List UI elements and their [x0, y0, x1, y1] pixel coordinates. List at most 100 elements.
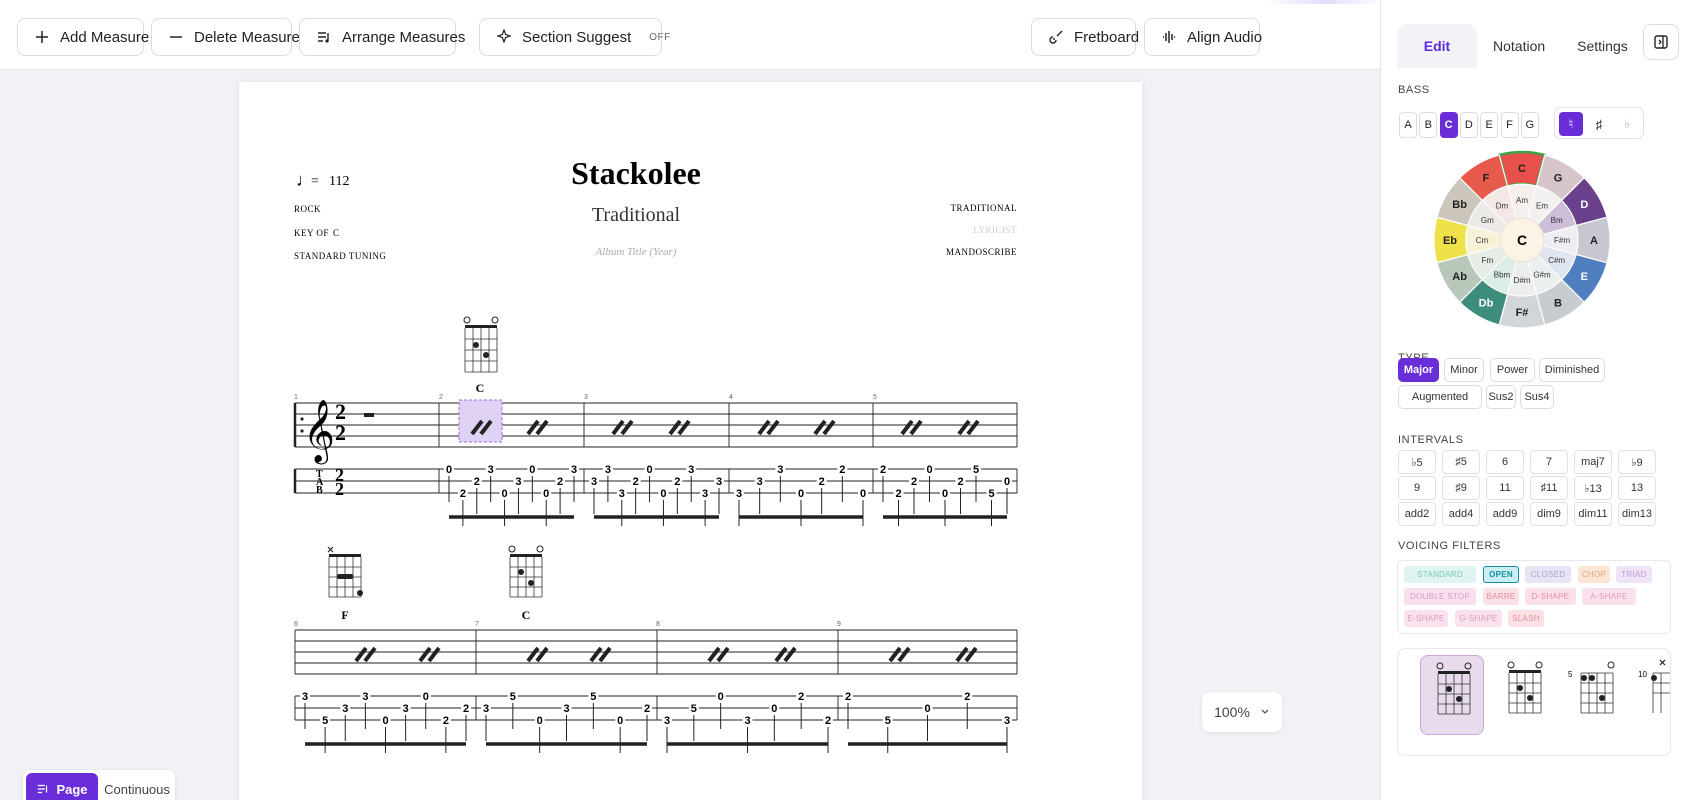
score-title[interactable]: Stackolee [571, 155, 701, 191]
tab-fret-number[interactable]: 0 [924, 703, 930, 715]
tab-fret-number[interactable]: 0 [382, 715, 388, 727]
voicing-filter-chop[interactable]: CHOP [1578, 566, 1610, 583]
collapse-panel-button[interactable] [1643, 24, 1679, 60]
chord-type-minor[interactable]: Minor [1444, 358, 1484, 382]
tab-fret-number[interactable]: 2 [798, 691, 804, 703]
tab-fret-number[interactable]: 2 [819, 476, 825, 488]
tab-notation[interactable]: Notation [1477, 24, 1561, 68]
tab-fret-number[interactable]: 2 [557, 476, 563, 488]
circle-of-fifths[interactable]: C G D A E B F# Db Ab Eb Bb F Am EmBm F#m C#m G#mD#mBbmFm… [1432, 150, 1612, 330]
tab-fret-number[interactable]: 0 [501, 488, 507, 500]
tab-fret-number[interactable]: 2 [474, 476, 480, 488]
system-1[interactable]: 𝄞 2 2 T A B 2 2 [293, 399, 1018, 499]
interval-6[interactable]: 9 [1398, 476, 1436, 500]
tab-fret-number[interactable]: 0 [860, 488, 866, 500]
tab-fret-number[interactable]: 5 [973, 464, 979, 476]
fretboard-button[interactable]: Fretboard [1031, 18, 1139, 56]
interval-17[interactable]: dim13 [1618, 502, 1656, 526]
voicing-filter-g-shape[interactable]: G-SHAPE [1455, 610, 1502, 627]
tab-fret-number[interactable]: 0 [423, 691, 429, 703]
tab-fret-number[interactable]: 3 [342, 703, 348, 715]
tab-fret-number[interactable]: 0 [926, 464, 932, 476]
tab-fret-number[interactable]: 5 [590, 691, 596, 703]
tab-fret-number[interactable]: 0 [771, 703, 777, 715]
voicing-filter-double-stop[interactable]: DOUBLE STOP [1404, 588, 1476, 605]
tempo-value[interactable]: 112 [329, 174, 349, 189]
tab-fret-number[interactable]: 0 [529, 464, 535, 476]
tab-fret-number[interactable]: 2 [839, 464, 845, 476]
tab-fret-number[interactable]: 5 [510, 691, 516, 703]
album-title[interactable]: Album Title (Year) [595, 246, 677, 258]
tab-fret-number[interactable]: 3 [591, 476, 597, 488]
bass-note-e[interactable]: E [1480, 112, 1499, 138]
tab-fret-number[interactable]: 3 [1004, 715, 1010, 727]
tab-fret-number[interactable]: 3 [777, 464, 783, 476]
tab-fret-number[interactable]: 3 [757, 476, 763, 488]
interval-2[interactable]: 6 [1486, 450, 1524, 474]
voicing-filter-e-shape[interactable]: E-SHAPE [1404, 610, 1448, 627]
tab-fret-number[interactable]: 2 [443, 715, 449, 727]
score-sheet[interactable]: ♩ = 112 Stackolee Traditional Album Titl… [239, 82, 1142, 800]
zoom-control[interactable]: 100% [1202, 692, 1282, 732]
interval-3[interactable]: 7 [1530, 450, 1568, 474]
interval-14[interactable]: add9 [1486, 502, 1524, 526]
interval-5[interactable]: ♭9 [1618, 450, 1656, 474]
tab-fret-number[interactable]: 2 [880, 464, 886, 476]
tab-fret-number[interactable]: 3 [563, 703, 569, 715]
tab-fret-number[interactable]: 0 [798, 488, 804, 500]
score-subtitle[interactable]: Traditional [592, 204, 681, 226]
add-measure-button[interactable]: Add Measure [17, 18, 149, 56]
tab-fret-number[interactable]: 3 [702, 488, 708, 500]
tab-fret-number[interactable]: 2 [644, 703, 650, 715]
interval-12[interactable]: add2 [1398, 502, 1436, 526]
voicing-filter-standard[interactable]: STANDARD [1404, 566, 1476, 583]
score-canvas[interactable]: ♩ = 112 Stackolee Traditional Album Titl… [0, 70, 1380, 800]
tab-edit[interactable]: Edit [1397, 24, 1477, 68]
chord-type-sus4[interactable]: Sus4 [1520, 385, 1554, 409]
tab-fret-number[interactable]: 2 [633, 476, 639, 488]
tab-fret-number[interactable]: 0 [617, 715, 623, 727]
bass-note-d[interactable]: D [1459, 112, 1478, 138]
tab-settings[interactable]: Settings [1561, 24, 1644, 68]
score-page[interactable]: ♩ = 112 Stackolee Traditional Album Titl… [239, 82, 1142, 800]
interval-10[interactable]: ♭13 [1574, 476, 1612, 500]
tab-fret-number[interactable]: 5 [691, 703, 697, 715]
voicing-card[interactable]: 5 [1564, 655, 1628, 735]
voicing-filter-open[interactable]: OPEN [1483, 566, 1519, 583]
tab-fret-number[interactable]: 2 [845, 691, 851, 703]
tab-fret-number[interactable]: 2 [674, 476, 680, 488]
tab-fret-number[interactable]: 0 [1004, 476, 1010, 488]
tab-fret-number[interactable]: 2 [957, 476, 963, 488]
sharp-button[interactable]: ♯ [1587, 112, 1611, 136]
chord-diagram-f[interactable] [327, 546, 363, 598]
tab-fret-number[interactable]: 3 [744, 715, 750, 727]
continuous-view-button[interactable]: Continuous [101, 773, 173, 800]
tab-fret-number[interactable]: 0 [660, 488, 666, 500]
tab-fret-number[interactable]: 3 [716, 476, 722, 488]
tab-fret-number[interactable]: 3 [515, 476, 521, 488]
tab-fret-number[interactable]: 3 [483, 703, 489, 715]
section-suggest-button[interactable]: Section Suggest OFF [479, 18, 670, 56]
tab-fret-number[interactable]: 3 [403, 703, 409, 715]
interval-16[interactable]: dim11 [1574, 502, 1612, 526]
voicing-filter-closed[interactable]: CLOSED [1525, 566, 1571, 583]
flat-button[interactable]: ♭ [1615, 112, 1639, 136]
natural-button[interactable]: ♮ [1559, 112, 1583, 136]
chord-type-power[interactable]: Power [1490, 358, 1535, 382]
delete-measure-button[interactable]: Delete Measure [151, 18, 300, 56]
voicing-card[interactable] [1420, 655, 1484, 735]
interval-9[interactable]: ♯11 [1530, 476, 1568, 500]
bass-note-c[interactable]: C [1439, 112, 1458, 138]
voicing-filter-d-shape[interactable]: D-SHAPE [1525, 588, 1576, 605]
tab-fret-number[interactable]: 5 [988, 488, 994, 500]
interval-15[interactable]: dim9 [1530, 502, 1568, 526]
tab-fret-number[interactable]: 3 [688, 464, 694, 476]
tab-fret-number[interactable]: 2 [895, 488, 901, 500]
tab-fret-number[interactable]: 3 [571, 464, 577, 476]
voicing-filter-barre[interactable]: BARRE [1483, 588, 1519, 605]
voicing-filter-a-shape[interactable]: A-SHAPE [1582, 588, 1636, 605]
tab-row-1[interactable]: 022303002333320023333330220222002550 [444, 464, 1012, 526]
voicing-card[interactable]: 10 [1636, 655, 1670, 735]
interval-1[interactable]: ♯5 [1442, 450, 1480, 474]
tab-fret-number[interactable]: 3 [362, 691, 368, 703]
